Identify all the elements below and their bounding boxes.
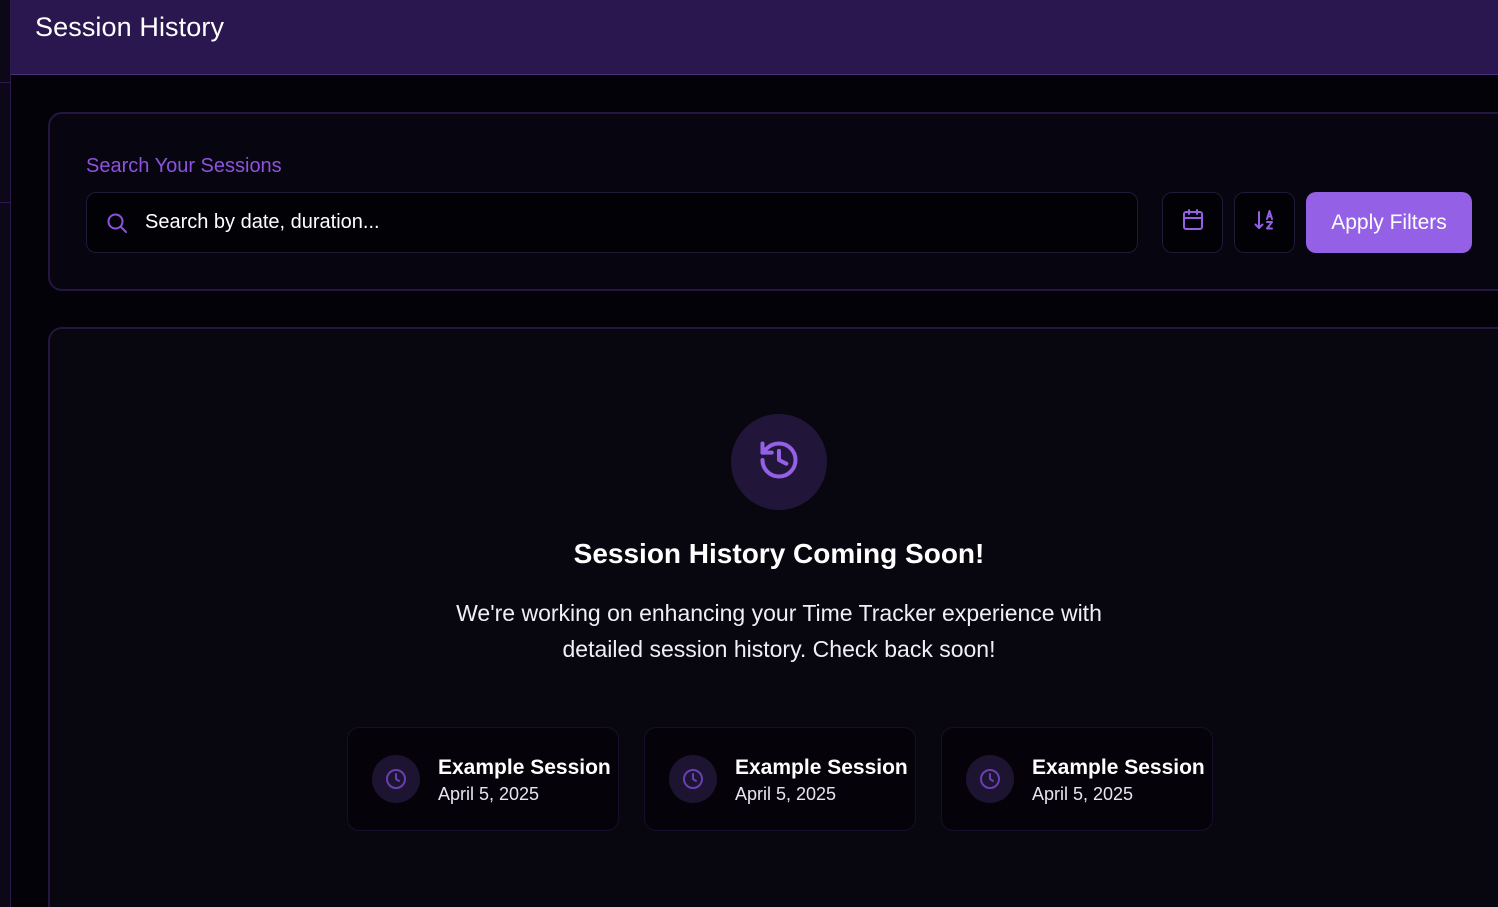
page-header: Session History — [11, 0, 1498, 75]
example-session-card: Example Session April 5, 2025 — [941, 727, 1213, 831]
session-name: Example Session — [438, 756, 611, 779]
session-name: Example Session — [735, 756, 908, 779]
calendar-icon — [1181, 208, 1205, 237]
search-box[interactable] — [86, 192, 1138, 253]
search-icon — [105, 211, 129, 235]
coming-soon-message: We're working on enhancing your Time Tra… — [456, 600, 1102, 662]
clock-icon — [669, 755, 717, 803]
sort-button[interactable] — [1234, 192, 1295, 253]
clock-icon — [966, 755, 1014, 803]
page-title: Session History — [35, 12, 225, 42]
calendar-filter-button[interactable] — [1162, 192, 1223, 253]
search-panel: Search Your Sessions Search by date, dur… — [48, 112, 1498, 291]
search-panel-title: Search Your Sessions — [86, 155, 282, 177]
session-history-panel: Session History Coming Soon! We're worki… — [48, 327, 1498, 907]
history-clock-icon — [757, 438, 801, 487]
session-date: April 5, 2025 — [438, 784, 540, 804]
apply-filters-button[interactable]: Apply Filters — [1306, 192, 1472, 253]
sidebar-divider — [0, 82, 10, 83]
sort-alphabetical-icon — [1253, 208, 1277, 237]
sidebar-divider — [0, 202, 10, 203]
sidebar-edge — [0, 0, 11, 907]
session-date: April 5, 2025 — [735, 784, 837, 804]
search-input[interactable] — [145, 193, 1125, 252]
session-name: Example Session — [1032, 756, 1205, 779]
clock-icon — [372, 755, 420, 803]
session-date: April 5, 2025 — [1032, 784, 1134, 804]
example-session-card: Example Session April 5, 2025 — [644, 727, 916, 831]
coming-soon-heading: Session History Coming Soon! — [573, 538, 985, 569]
history-icon-badge — [731, 414, 827, 510]
example-session-card: Example Session April 5, 2025 — [347, 727, 619, 831]
app-window: Session History Search Your Sessions Sea… — [0, 0, 1498, 907]
